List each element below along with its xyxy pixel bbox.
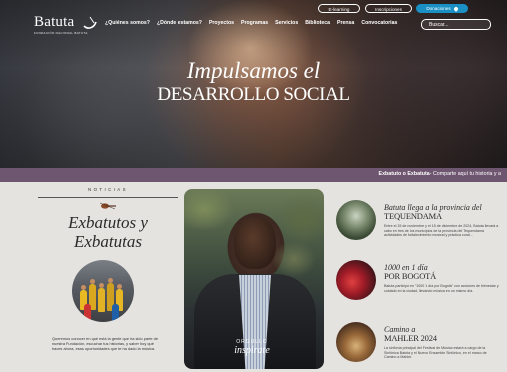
nav-convocatorias[interactable]: Convocatorias bbox=[361, 20, 397, 27]
ticker-bold: Exbatuto o Exbatuta bbox=[378, 171, 430, 177]
news-item-bogota[interactable]: 1000 en 1 día POR BOGOTÁ Batuta particip… bbox=[336, 260, 506, 316]
hero-title-line1: Impulsamos el bbox=[186, 58, 321, 83]
main-content: NOTICIAS Exbatutos y Exbatutas Queremos … bbox=[0, 182, 507, 372]
nav-proyectos[interactable]: Proyectos bbox=[209, 20, 234, 27]
news-title: Batuta llega a la provincia del TEQUENDA… bbox=[384, 203, 504, 221]
violin-icon bbox=[99, 202, 116, 210]
exbatutos-group-photo[interactable] bbox=[72, 260, 134, 322]
tequendama-thumbnail bbox=[336, 200, 376, 240]
child-head bbox=[108, 278, 113, 283]
logo-subtitle: FUNDACIÓN NACIONAL BATUTA bbox=[34, 31, 88, 35]
nav-prensa[interactable]: Prensa bbox=[337, 20, 354, 27]
badge-bottom-text: inspirate bbox=[234, 345, 270, 356]
exbatutos-description: Queremos conocer en qué está la gente qu… bbox=[52, 336, 158, 351]
search-input[interactable] bbox=[421, 19, 491, 30]
child-head bbox=[99, 283, 104, 288]
exbatutos-title-line2: Exbatutas bbox=[74, 232, 142, 251]
feature-person-head bbox=[234, 217, 276, 269]
news-section-label: NOTICIAS bbox=[88, 187, 128, 192]
child-head bbox=[90, 279, 95, 284]
child-figure bbox=[98, 288, 105, 312]
nav-biblioteca[interactable]: Biblioteca bbox=[305, 20, 330, 27]
exbatutos-title-line1: Exbatutos y bbox=[68, 213, 148, 232]
donaciones-label: Donaciones bbox=[426, 6, 451, 11]
news-excerpt: La sinfonía principal del Festival de Mú… bbox=[384, 346, 487, 360]
child-head bbox=[117, 284, 122, 289]
feature-portrait-card[interactable]: ORGULLO inspirate bbox=[184, 189, 324, 369]
location-pin-icon bbox=[452, 5, 459, 12]
ticker-rest: - Comparte aquí tu historia y a bbox=[429, 171, 501, 177]
child-figure bbox=[112, 304, 119, 322]
main-nav: ¿Quiénes somos? ¿Dónde estamos? Proyecto… bbox=[105, 20, 404, 27]
child-head bbox=[81, 285, 86, 290]
news-excerpt: Entre el 15 de noviembre y el 15 de dici… bbox=[384, 224, 499, 238]
nav-donde-estamos[interactable]: ¿Dónde estamos? bbox=[157, 20, 202, 27]
news-title-upper: TEQUENDAMA bbox=[384, 211, 442, 221]
nav-servicios[interactable]: Servicios bbox=[275, 20, 298, 27]
baton-swoosh-icon bbox=[83, 16, 97, 29]
child-figure bbox=[84, 304, 91, 322]
donaciones-button[interactable]: Donaciones bbox=[416, 4, 468, 13]
news-title-upper: POR BOGOTÁ bbox=[384, 271, 437, 281]
news-title-upper: MAHLER 2024 bbox=[384, 333, 437, 343]
inscripciones-button[interactable]: Inscripciones bbox=[365, 4, 412, 13]
news-item-mahler[interactable]: Camino a MAHLER 2024 La sinfonía princip… bbox=[336, 322, 506, 372]
hero-title-line2: DESARROLLO SOCIAL bbox=[157, 84, 350, 105]
hero-banner: Batuta FUNDACIÓN NACIONAL BATUTA ¿Quiéne… bbox=[0, 0, 507, 168]
news-divider bbox=[38, 197, 178, 198]
news-title: Camino a MAHLER 2024 bbox=[384, 325, 504, 343]
ticker-text: Exbatuto o Exbatuta- Comparte aquí tu hi… bbox=[379, 171, 501, 177]
nav-programas[interactable]: Programas bbox=[241, 20, 268, 27]
news-ticker[interactable]: Exbatuto o Exbatuta- Comparte aquí tu hi… bbox=[0, 168, 507, 182]
mahler-thumbnail bbox=[336, 322, 376, 362]
batuta-logo[interactable]: Batuta bbox=[34, 14, 74, 31]
news-excerpt: Batuta participó en "1000 1 día por Bogo… bbox=[384, 284, 499, 293]
nav-quienes-somos[interactable]: ¿Quiénes somos? bbox=[105, 20, 150, 27]
news-title: 1000 en 1 día POR BOGOTÁ bbox=[384, 263, 504, 281]
news-item-tequendama[interactable]: Batuta llega a la provincia del TEQUENDA… bbox=[336, 200, 506, 256]
exbatutos-title[interactable]: Exbatutos y Exbatutas bbox=[40, 213, 176, 251]
elearning-button[interactable]: E-learning bbox=[318, 4, 360, 13]
page: Batuta FUNDACIÓN NACIONAL BATUTA ¿Quiéne… bbox=[0, 0, 507, 372]
bogota-thumbnail bbox=[336, 260, 376, 300]
inspirate-badge: ORGULLO inspirate bbox=[222, 339, 282, 356]
